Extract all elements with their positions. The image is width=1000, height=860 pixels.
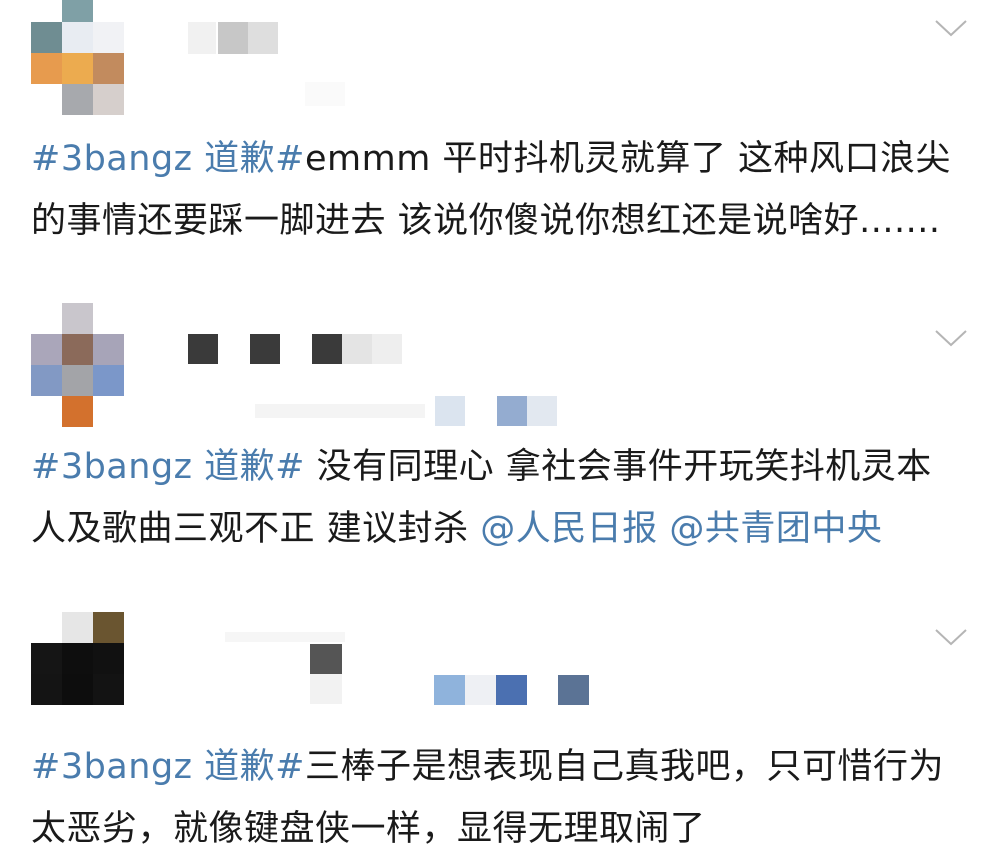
hashtag-link[interactable]: #3bangz 道歉#: [31, 139, 305, 179]
chevron-down-icon[interactable]: [934, 18, 968, 38]
hashtag-link[interactable]: #3bangz 道歉#: [31, 447, 305, 487]
avatar[interactable]: [31, 303, 124, 427]
chevron-down-icon[interactable]: [934, 627, 968, 647]
comment-text: #3bangz 道歉#emmm 平时抖机灵就算了 这种风口浪尖的事情还要踩一脚进…: [31, 128, 966, 252]
comment-text: #3bangz 道歉# 没有同理心 拿社会事件开玩笑抖机灵本人及歌曲三观不正 建…: [31, 436, 966, 560]
avatar[interactable]: [31, 612, 124, 705]
mention-link[interactable]: @人民日报: [480, 509, 658, 549]
avatar[interactable]: [31, 0, 124, 115]
mention-link[interactable]: @共青团中央: [669, 509, 882, 549]
chevron-down-icon[interactable]: [934, 328, 968, 348]
comment-text: #3bangz 道歉#三棒子是想表现自己真我吧，只可惜行为太恶劣，就像键盘侠一样…: [31, 736, 966, 860]
hashtag-link[interactable]: #3bangz 道歉#: [31, 747, 305, 787]
